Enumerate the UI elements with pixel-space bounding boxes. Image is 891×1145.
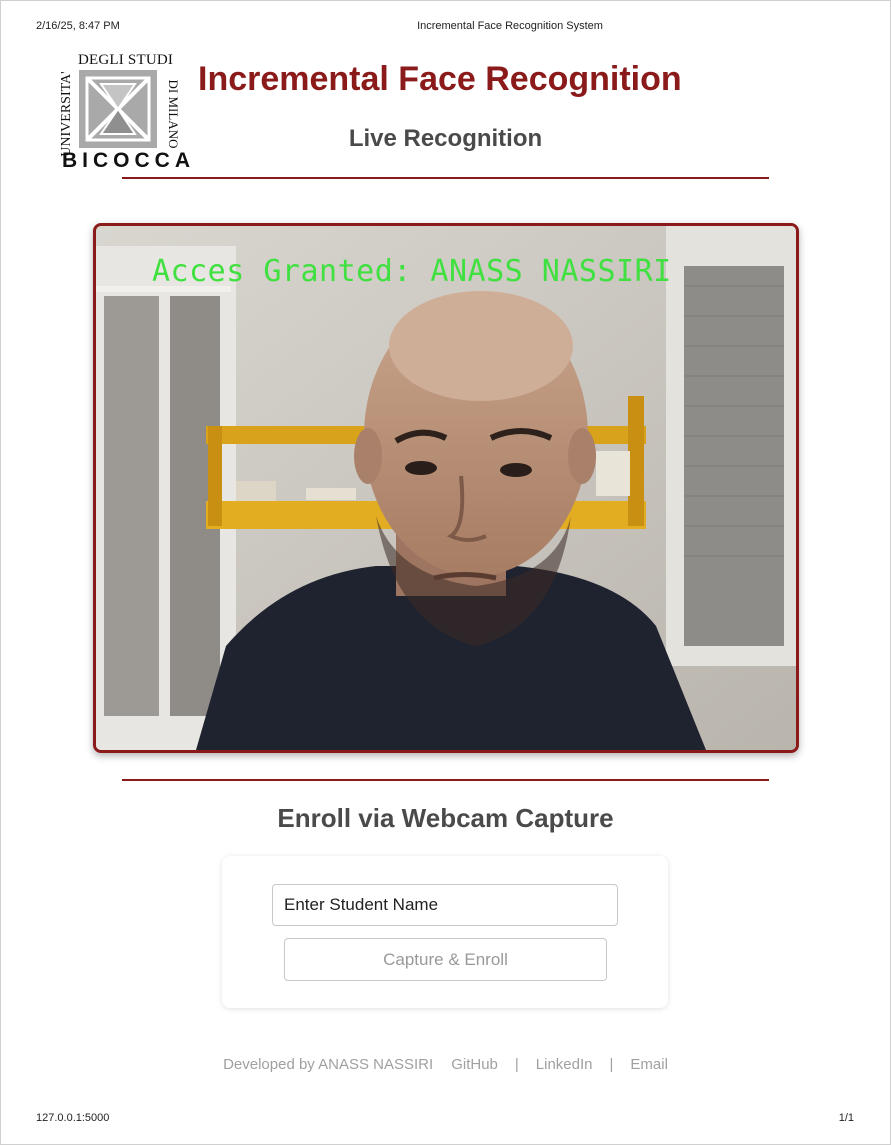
footer-separator: | — [514, 1056, 519, 1073]
logo-text-degli: DEGLI STUDI — [78, 52, 174, 68]
enroll-form-card: Capture & Enroll — [222, 856, 668, 1008]
github-link[interactable]: GitHub — [451, 1056, 498, 1073]
app-title: Incremental Face Recognition — [198, 60, 682, 98]
live-video-feed: Acces Granted: ANASS NASSIRI — [93, 223, 799, 753]
print-page-number: 1/1 — [838, 1112, 854, 1124]
site-footer: Developed by ANASS NASSIRI GitHub | LinkedI… — [0, 1056, 891, 1073]
print-url: 127.0.0.1:5000 — [36, 1112, 110, 1124]
enroll-heading: Enroll via Webcam Capture — [277, 803, 614, 833]
capture-enroll-button[interactable]: Capture & Enroll — [284, 938, 607, 981]
developed-by-text: Developed by ANASS NASSIRI — [223, 1056, 434, 1073]
divider-middle — [122, 779, 769, 781]
footer-separator: | — [609, 1056, 614, 1073]
print-doc-title: Incremental Face Recognition System — [417, 20, 603, 32]
live-recognition-heading: Live Recognition — [348, 125, 543, 152]
student-name-input[interactable] — [272, 884, 618, 926]
webcam-frame-image — [96, 226, 796, 750]
divider-top — [122, 177, 769, 179]
university-logo: DEGLI STUDI UNIVERSITA' DI MILANO BICOCC… — [58, 48, 190, 176]
linkedin-link[interactable]: LinkedIn — [536, 1056, 593, 1073]
recognition-overlay-text: Acces Granted: ANASS NASSIRI — [152, 254, 672, 289]
email-link[interactable]: Email — [630, 1056, 668, 1073]
